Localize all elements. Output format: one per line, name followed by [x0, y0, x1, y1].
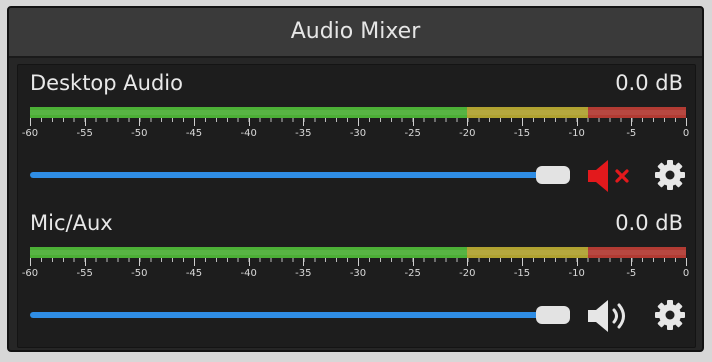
meter-tick-label: -30 — [349, 128, 367, 139]
meter-major-tick — [303, 258, 305, 266]
meter-major-tick — [194, 258, 195, 266]
meter-tick-label: -25 — [404, 268, 421, 279]
mute-button[interactable] — [584, 297, 642, 335]
meter-zone-error — [587, 107, 686, 118]
meter-tick-label: -45 — [185, 268, 203, 279]
meter-tick-label: -45 — [185, 128, 203, 139]
channel-name: Mic/Aux — [30, 211, 113, 235]
meter-major-tick — [686, 258, 687, 266]
meter-zone-nominal — [30, 247, 468, 258]
meter-tick-label: -5 — [626, 128, 637, 139]
meter-major-tick — [139, 258, 141, 266]
meter-major-tick — [303, 118, 305, 126]
channel-level-readout: 0.0 dB — [615, 71, 683, 95]
meter-tick-label: -60 — [21, 268, 39, 279]
meter-tick-label: 0 — [682, 268, 690, 279]
meter-tick-label: -5 — [626, 268, 637, 279]
gear-icon — [655, 300, 685, 330]
meter-tick-label: -35 — [295, 268, 312, 279]
volume-meter — [30, 247, 686, 258]
meter-major-tick — [358, 258, 359, 266]
dock-title[interactable]: Audio Mixer — [9, 8, 702, 58]
meter-tick-label: -55 — [76, 268, 93, 279]
channel-level-readout: 0.0 dB — [615, 211, 683, 235]
meter-major-tick — [631, 118, 633, 126]
audio-mixer-dock: Audio Mixer Desktop Audio 0.0 dB -60 -55 -… — [7, 6, 704, 352]
meter-major-tick — [686, 118, 687, 126]
meter-tick-label: -20 — [459, 268, 476, 279]
volume-slider-handle[interactable] — [536, 306, 570, 324]
meter-tick-label: -30 — [349, 268, 367, 279]
speaker-muted-icon — [588, 160, 629, 192]
channel-mic-aux: Mic/Aux 0.0 dB -60 -55 -50 -45 -40 -35 -30 -25-… — [18, 205, 695, 345]
meter-tick-label: -15 — [513, 128, 531, 139]
channel-name: Desktop Audio — [30, 71, 183, 95]
meter-major-tick — [631, 258, 633, 266]
meter-major-tick — [30, 118, 31, 126]
volume-slider[interactable] — [30, 161, 570, 189]
meter-major-tick — [467, 258, 469, 266]
meter-tick-label: -15 — [513, 268, 531, 279]
meter-major-tick — [139, 118, 141, 126]
meter-major-tick — [467, 118, 469, 126]
channel-settings-button[interactable] — [652, 297, 688, 333]
meter-major-tick — [84, 118, 86, 126]
meter-tick-label: 0 — [682, 128, 690, 139]
meter-tick-label: -10 — [568, 128, 585, 139]
volume-slider[interactable] — [30, 301, 570, 329]
meter-tick-label: -40 — [240, 268, 257, 279]
gear-icon — [655, 160, 685, 190]
mixer-body: Desktop Audio 0.0 dB -60 -55 -50 -45 -40 -35-… — [17, 64, 696, 348]
meter-major-tick — [194, 118, 195, 126]
meter-zone-warning — [467, 107, 588, 118]
volume-slider-fill — [30, 312, 560, 318]
meter-zone-nominal — [30, 107, 468, 118]
meter-major-tick — [522, 118, 523, 126]
volume-slider-handle[interactable] — [536, 166, 570, 184]
meter-major-tick — [522, 258, 523, 266]
meter-tick-label: -55 — [76, 128, 93, 139]
meter-tick-label: -60 — [21, 128, 39, 139]
meter-zone-warning — [467, 247, 588, 258]
meter-major-tick — [30, 258, 31, 266]
meter-tick-label: -50 — [131, 128, 148, 139]
volume-meter — [30, 107, 686, 118]
meter-major-tick — [576, 118, 578, 126]
speaker-icon — [588, 300, 625, 332]
meter-major-tick — [248, 118, 250, 126]
meter-major-tick — [412, 118, 414, 126]
meter-zone-error — [587, 247, 686, 258]
meter-tick-label: -50 — [131, 268, 148, 279]
meter-tick-label: -20 — [459, 128, 476, 139]
channel-desktop-audio: Desktop Audio 0.0 dB -60 -55 -50 -45 -40 -35-… — [18, 65, 695, 205]
meter-tick-label: -25 — [404, 128, 421, 139]
volume-slider-fill — [30, 172, 560, 178]
meter-major-tick — [412, 258, 414, 266]
meter-tick-label: -35 — [295, 128, 312, 139]
meter-major-tick — [84, 258, 86, 266]
meter-tick-label: -10 — [568, 268, 585, 279]
meter-major-tick — [576, 258, 578, 266]
meter-major-tick — [358, 118, 359, 126]
meter-tick-label: -40 — [240, 128, 257, 139]
meter-major-tick — [248, 258, 250, 266]
mute-button[interactable] — [584, 157, 642, 195]
channel-settings-button[interactable] — [652, 157, 688, 193]
